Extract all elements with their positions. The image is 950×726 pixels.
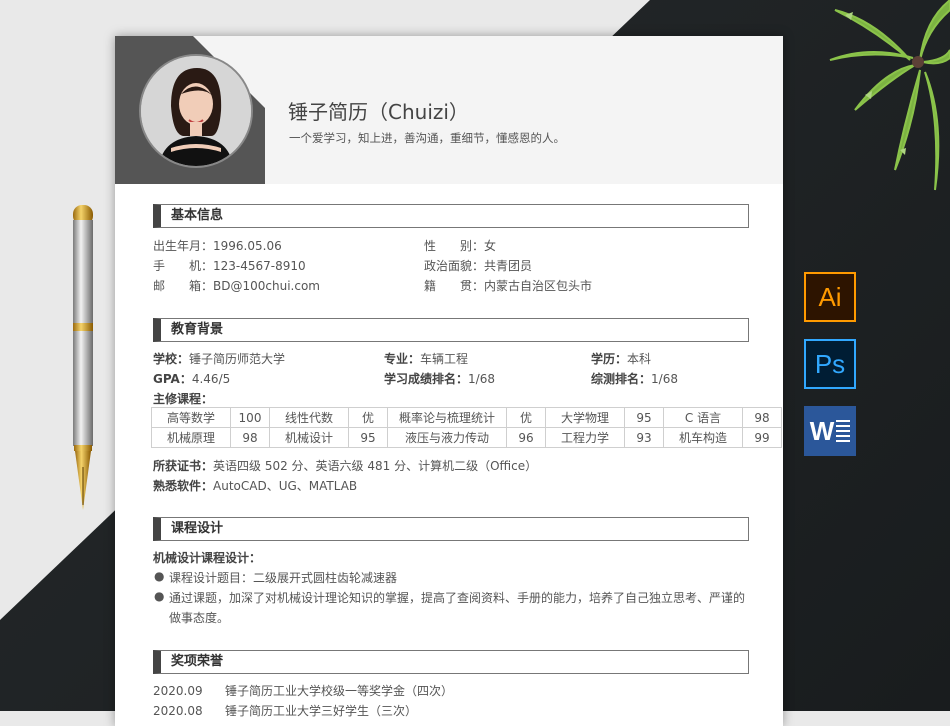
course-name-cell: 液压与液力传动 [387,427,507,448]
courses-table-row: 高等数学 100 线性代数优概率论与梳理统计优大学物理 95 C 语言 98 [151,407,782,428]
plant-decoration [829,0,950,191]
course-name-cell: 概率论与梳理统计 [387,407,507,428]
course-score-cell: 96 [506,427,546,448]
bullet-dot-icon: ● [154,569,165,583]
email-label: 邮 箱： [153,279,214,293]
hometown-label: 籍 贯： [424,279,485,293]
phone-label: 手 机： [153,259,214,273]
courses-label-text: 主修课程： [153,392,214,406]
word-icon: W [804,406,856,456]
award-row: 2020.09 锤子简历工业大学校级一等奖学金（四次） [153,682,453,699]
course-design-subtitle-text: 机械设计课程设计： [153,551,262,565]
photoshop-icon: Ps [804,339,856,389]
cert-label: 所获证书： [153,459,214,473]
school-label: 学校： [153,352,190,366]
email-value: BD@100chui.com [213,279,320,293]
courses-label: 主修课程： [153,390,213,407]
resume-name: 锤子简历（Chuizi） [288,100,469,124]
overall-rank-field: 综测排名：1/68 [591,370,678,387]
hometown-value: 内蒙古自治区包头市 [484,279,593,293]
degree-value: 本科 [627,352,652,366]
cert-field: 所获证书：英语四级 502 分、英语六级 481 分、计算机二级（Office） [153,457,537,474]
course-score-cell: 95 [348,427,388,448]
course-name-cell: C 语言 [663,407,743,428]
politics-value: 共青团员 [484,259,533,273]
degree-label: 学历： [591,352,628,366]
birth-label: 出生年月： [153,239,214,253]
award-text: 锤子简历工业大学三好学生（三次） [225,704,418,718]
course-name-cell: 大学物理 [545,407,625,428]
course-name-cell: 机械设计 [269,427,349,448]
illustrator-icon: Ai [804,272,856,322]
bullet-dot-icon: ● [154,589,165,603]
gender-value: 女 [484,239,497,253]
bullet-text: 做事态度。 [169,611,230,625]
school-field: 学校：锤子简历师范大学 [153,350,285,367]
course-score-cell: 100 [230,407,270,428]
gender-label: 性 别： [424,239,485,253]
course-design-subtitle: 机械设计课程设计： [153,549,261,566]
word-icon-letter: W [809,415,835,446]
hometown-field: 籍 贯：内蒙古自治区包头市 [424,277,592,294]
course-score-cell: 98 [742,407,782,428]
politics-field: 政治面貌：共青团员 [424,257,532,274]
course-design-bullet: ● 课程设计题目：二级展开式圆柱齿轮减速器 [154,569,398,586]
software-value: AutoCAD、UG、MATLAB [213,479,358,493]
overall-rank-value: 1/68 [651,372,678,386]
word-doc-lines-icon [836,420,851,442]
phone-value: 123-4567-8910 [213,259,306,273]
email-field: 邮 箱：BD@100chui.com [153,277,320,294]
course-name-cell: 机车构造 [663,427,743,448]
course-score-cell: 优 [506,407,546,428]
phone-field: 手 机：123-4567-8910 [153,257,306,274]
portrait-image [141,56,251,166]
rank-value: 1/68 [468,372,495,386]
award-date: 2020.08 [153,704,203,718]
bullet-text: 课程设计题目：二级展开式圆柱齿轮减速器 [169,571,398,585]
course-score-cell: 95 [624,407,664,428]
politics-label: 政治面貌： [424,259,485,273]
overall-rank-label: 综测排名： [591,372,652,386]
course-score-cell: 优 [348,407,388,428]
course-score-cell: 93 [624,427,664,448]
section-title-awards: 奖项荣誉 [153,650,749,674]
resume-page: 锤子简历（Chuizi） 一个爱学习，知上进，善沟通，重细节，懂感恩的人。 基本… [115,36,783,726]
course-name-cell: 线性代数 [269,407,349,428]
major-label: 专业： [384,352,421,366]
pen-decoration [73,205,93,510]
section-title-education: 教育背景 [153,318,749,342]
award-text: 锤子简历工业大学校级一等奖学金（四次） [225,684,454,698]
gender-field: 性 别：女 [424,237,496,254]
major-field: 专业：车辆工程 [384,350,468,367]
school-value: 锤子简历师范大学 [189,352,286,366]
course-score-cell: 98 [230,427,270,448]
course-score-cell: 99 [742,427,782,448]
section-title-course-design: 课程设计 [153,517,749,541]
bullet-text: 通过课题，加深了对机械设计理论知识的掌握，提高了查阅资料、手册的能力，培养了自己… [169,591,746,605]
software-label: 熟悉软件： [153,479,214,493]
section-title-basic: 基本信息 [153,204,749,228]
cert-value: 英语四级 502 分、英语六级 481 分、计算机二级（Office） [213,459,538,473]
course-name-cell: 机械原理 [151,427,231,448]
courses-table: 高等数学 100 线性代数优概率论与梳理统计优大学物理 95 C 语言 98 机械原理 98 机… [151,407,782,448]
gpa-label: GPA： [153,372,192,386]
rank-label: 学习成绩排名： [384,372,469,386]
birth-field: 出生年月：1996.05.06 [153,237,282,254]
resume-header: 锤子简历（Chuizi） 一个爱学习，知上进，善沟通，重细节，懂感恩的人。 [115,36,783,184]
course-name-cell: 高等数学 [151,407,231,428]
courses-table-row: 机械原理 98 机械设计 95 液压与液力传动 96 工程力学 93 机车构造 99 [151,427,782,448]
award-date: 2020.09 [153,684,203,698]
avatar [141,56,251,166]
birth-value: 1996.05.06 [213,239,282,253]
resume-motto: 一个爱学习，知上进，善沟通，重细节，懂感恩的人。 [289,131,565,145]
degree-field: 学历：本科 [591,350,651,367]
course-name-cell: 工程力学 [545,427,625,448]
software-field: 熟悉软件：AutoCAD、UG、MATLAB [153,477,357,494]
course-design-bullet-continuation: 做事态度。 [169,609,229,626]
major-value: 车辆工程 [420,352,469,366]
gpa-value: 4.46/5 [191,372,231,386]
course-design-bullet: ● 通过课题，加深了对机械设计理论知识的掌握，提高了查阅资料、手册的能力，培养了… [154,589,746,606]
rank-field: 学习成绩排名：1/68 [384,370,495,387]
gpa-field: GPA：4.46/5 [153,370,230,387]
